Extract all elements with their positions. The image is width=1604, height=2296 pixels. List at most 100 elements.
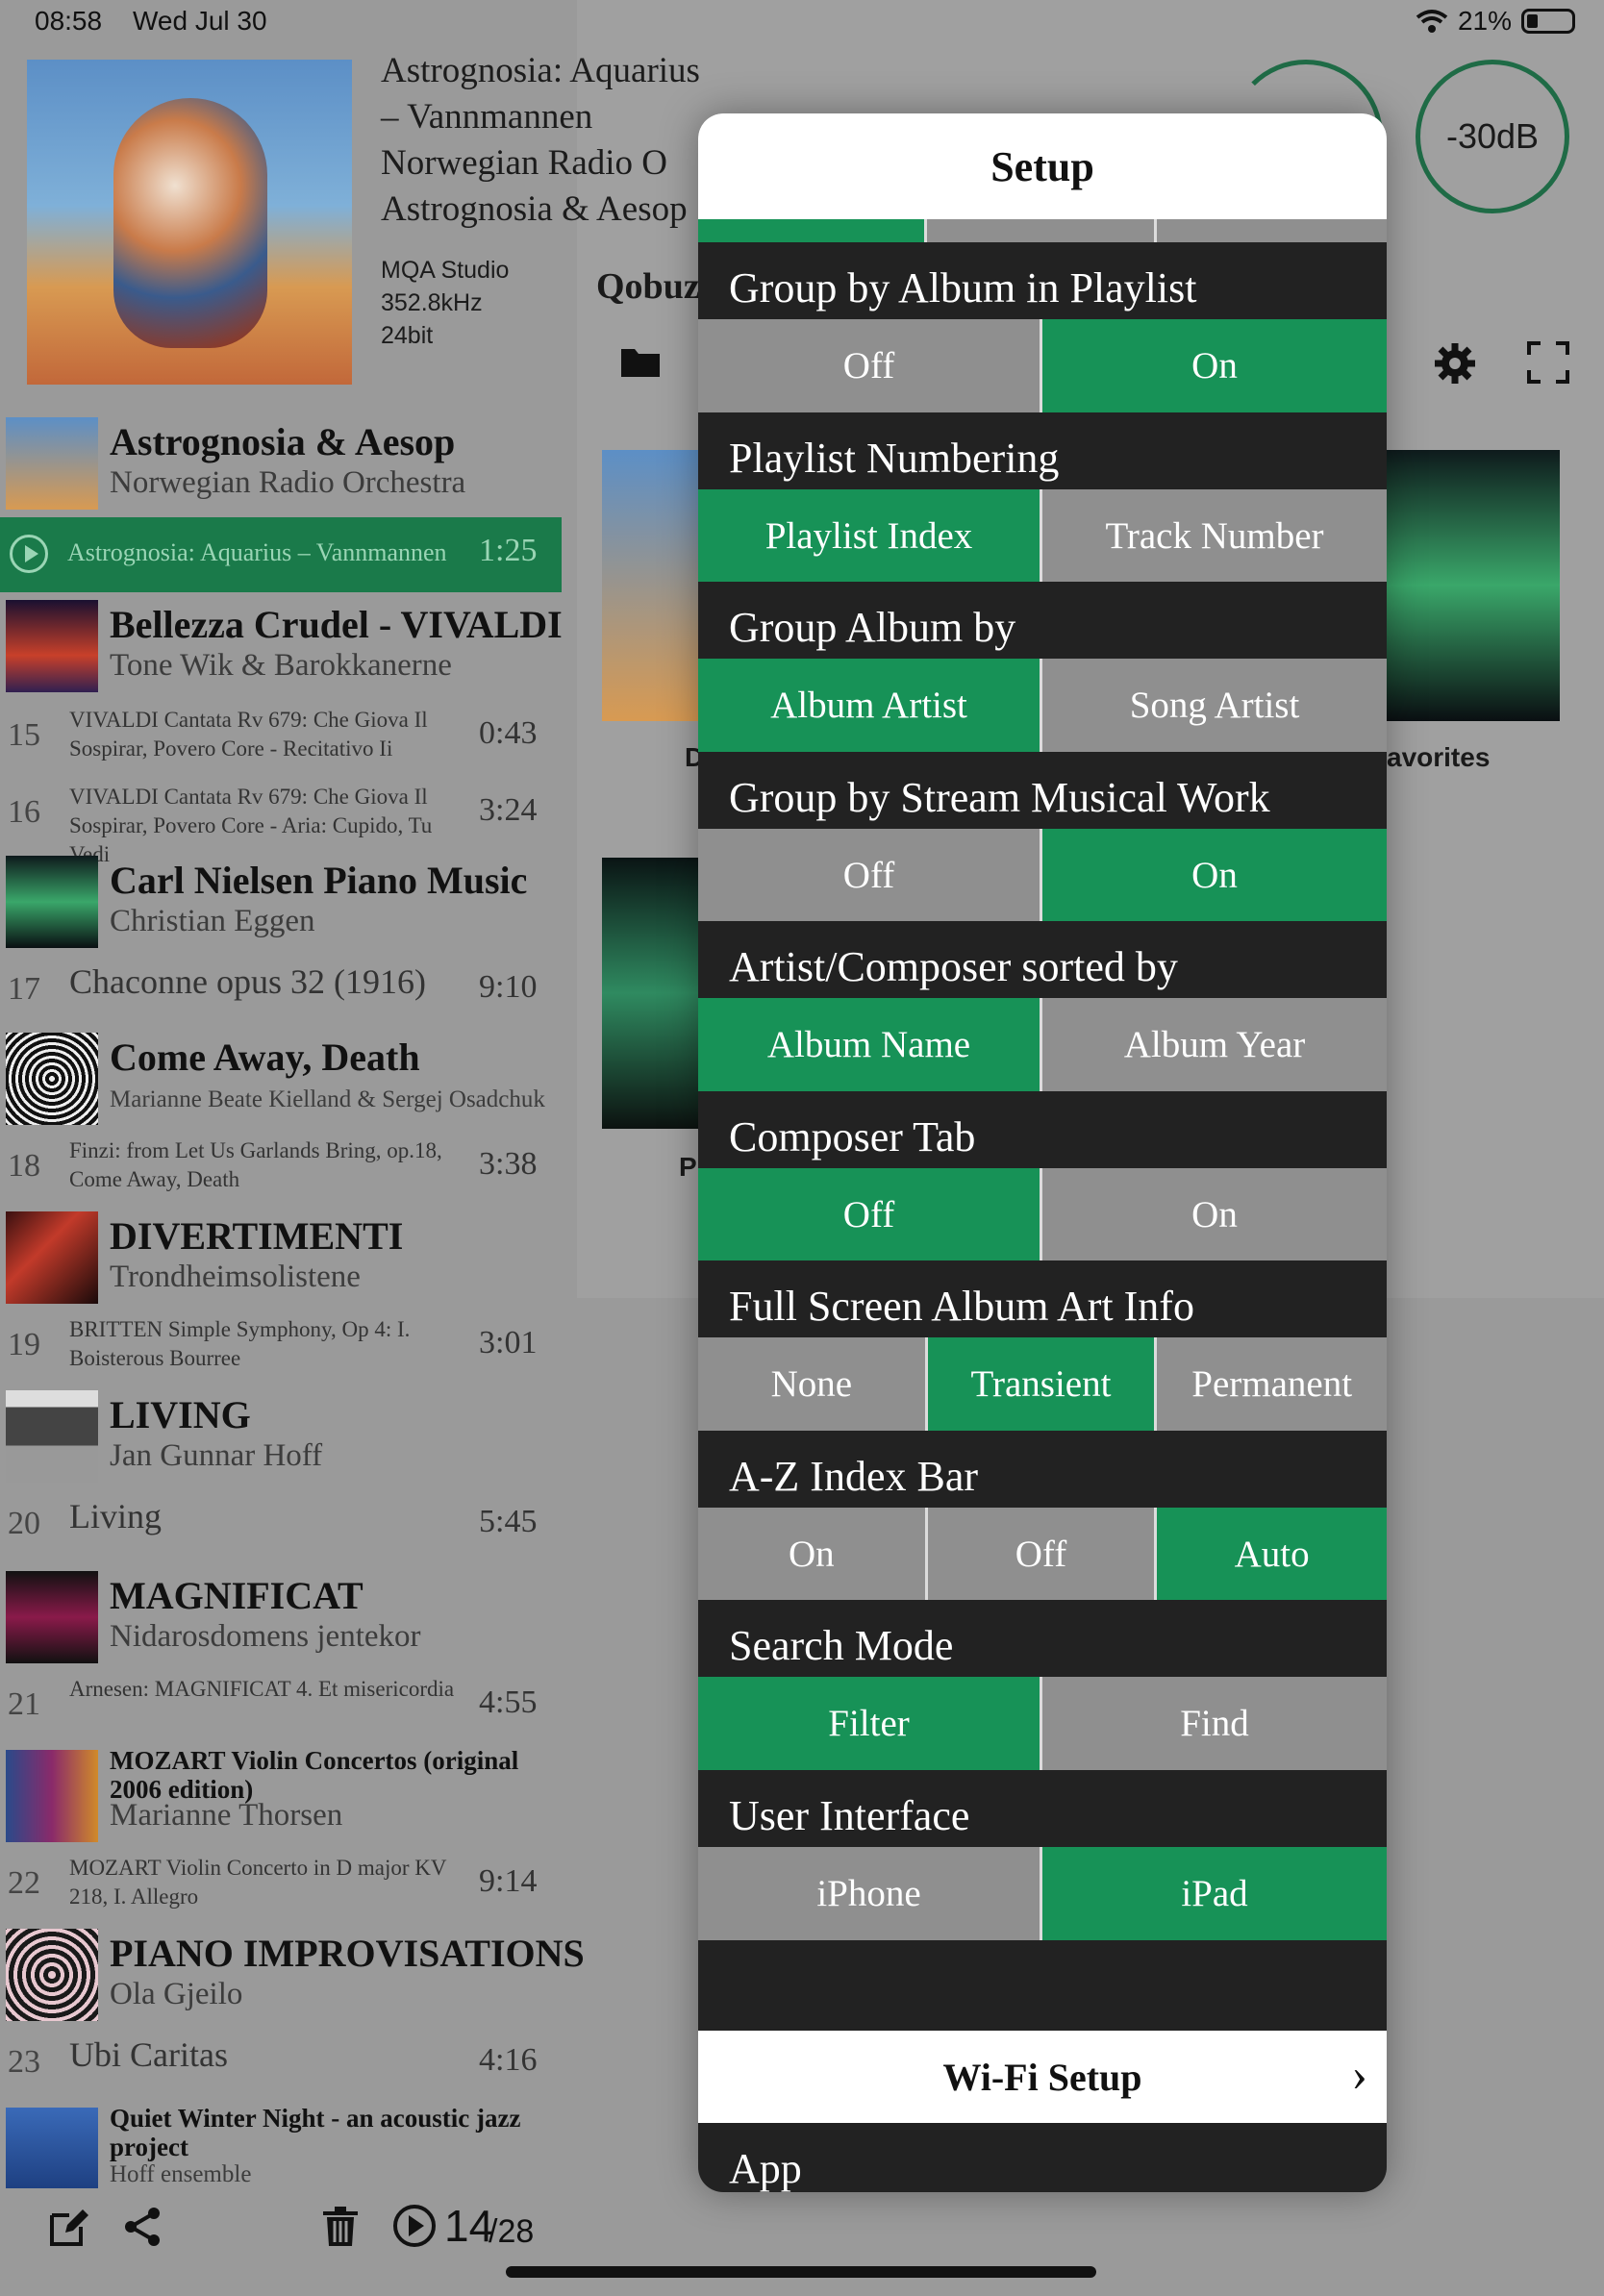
segment-option[interactable]: Off bbox=[698, 319, 1042, 412]
setup-section-label: Group Album by bbox=[729, 604, 1016, 651]
segment-option[interactable]: Album Name bbox=[698, 998, 1042, 1091]
album-artist: Jan Gunnar Hoff bbox=[110, 1438, 323, 1473]
segment-option[interactable]: Off bbox=[927, 1507, 1158, 1601]
volume-value: -30dB bbox=[1445, 116, 1540, 156]
album-header[interactable]: Carl Nielsen Piano Music Christian Eggen bbox=[0, 850, 562, 950]
setup-section-label: Full Screen Album Art Info bbox=[729, 1283, 1194, 1330]
album-title: Carl Nielsen Piano Music bbox=[110, 859, 528, 902]
track-row[interactable]: 23 Ubi Caritas 4:16 bbox=[0, 2023, 562, 2100]
segment-option[interactable]: On bbox=[1042, 319, 1387, 412]
setup-section: Group Album by Album Artist Song Artist bbox=[698, 582, 1387, 752]
track-name: Finzi: from Let Us Garlands Bring, op.18… bbox=[69, 1138, 442, 1191]
track-row[interactable]: 16 VIVALDI Cantata Rv 679: Che Giova Il … bbox=[0, 773, 562, 866]
library-label: P bbox=[679, 1152, 697, 1182]
album-artist: Christian Eggen bbox=[110, 904, 315, 938]
album-header[interactable]: LIVING Jan Gunnar Hoff bbox=[0, 1385, 562, 1485]
track-name: Arnesen: MAGNIFICAT 4. Et misericordia bbox=[69, 1677, 455, 1701]
album-title: PIANO IMPROVISATIONS bbox=[110, 1932, 585, 1975]
segmented-control: Off On bbox=[698, 319, 1387, 412]
segment-option[interactable]: Transient bbox=[927, 1337, 1158, 1431]
track-duration: 9:14 bbox=[479, 1863, 538, 1899]
segment-option[interactable]: Find bbox=[1042, 1677, 1387, 1770]
track-duration: 0:43 bbox=[479, 715, 538, 751]
album-thumb bbox=[6, 1033, 98, 1125]
album-artist: Hoff ensemble bbox=[110, 2161, 252, 2187]
play-circle-icon[interactable] bbox=[392, 2204, 437, 2248]
album-title: LIVING bbox=[110, 1393, 251, 1436]
track-row[interactable]: 15 VIVALDI Cantata Rv 679: Che Giova Il … bbox=[0, 696, 562, 773]
now-playing-row[interactable]: Astrognosia: Aquarius – Vannmannen 1:25 bbox=[0, 517, 562, 592]
track-name: Living bbox=[69, 1497, 162, 1535]
album-artist: Marianne Beate Kielland & Sergej Osadchu… bbox=[110, 1086, 545, 1112]
segment-option[interactable]: Off bbox=[698, 1167, 1042, 1261]
wifi-icon bbox=[1416, 10, 1448, 33]
segment-option[interactable]: On bbox=[698, 1507, 928, 1601]
segmented-control: Album Name Album Year bbox=[698, 998, 1387, 1091]
segment-option[interactable]: Playlist Index bbox=[698, 488, 1042, 583]
track-row[interactable]: 21 Arnesen: MAGNIFICAT 4. Et misericordi… bbox=[0, 1665, 562, 1742]
album-header[interactable]: MAGNIFICAT Nidarosdomens jentekor bbox=[0, 1565, 562, 1665]
album-header[interactable]: Astrognosia & Aesop Norwegian Radio Orch… bbox=[0, 412, 562, 512]
album-thumb bbox=[6, 1571, 98, 1663]
segment-option[interactable]: Song Artist bbox=[1042, 659, 1387, 752]
share-icon[interactable] bbox=[121, 2206, 163, 2248]
segment-option[interactable]: On bbox=[1042, 828, 1387, 922]
home-indicator[interactable] bbox=[506, 2266, 1096, 2278]
now-playing-album-art[interactable] bbox=[27, 60, 352, 385]
segment-option[interactable]: iPad bbox=[1042, 1846, 1387, 1940]
album-thumb bbox=[6, 1750, 98, 1842]
track-name: MOZART Violin Concerto in D major KV 218… bbox=[69, 1856, 447, 1909]
track-row[interactable]: 22 MOZART Violin Concerto in D major KV … bbox=[0, 1844, 562, 1921]
setup-section: User Interface iPhone iPad bbox=[698, 1769, 1387, 1940]
wifi-setup-row[interactable]: Wi-Fi Setup › bbox=[698, 2031, 1387, 2123]
segment-option[interactable]: None bbox=[698, 1337, 928, 1431]
fullscreen-icon[interactable] bbox=[1527, 341, 1569, 384]
album-thumb bbox=[6, 417, 98, 510]
setup-section: Search Mode Filter Find bbox=[698, 1600, 1387, 1770]
track-number: 17 bbox=[8, 971, 40, 1007]
segment-option[interactable]: Off bbox=[698, 828, 1042, 922]
album-header[interactable]: MOZART Violin Concertos (original 2006 e… bbox=[0, 1744, 562, 1844]
segmented-control: iPhone iPad bbox=[698, 1846, 1387, 1940]
folder-icon[interactable] bbox=[619, 341, 664, 380]
setup-section-label: Group by Album in Playlist bbox=[729, 264, 1197, 312]
album-header[interactable]: PIANO IMPROVISATIONS Ola Gjeilo bbox=[0, 1923, 585, 2023]
edit-icon[interactable] bbox=[48, 2206, 90, 2248]
track-row[interactable]: 18 Finzi: from Let Us Garlands Bring, op… bbox=[0, 1127, 562, 1204]
segment-option[interactable]: Track Number bbox=[1042, 488, 1387, 583]
track-name: VIVALDI Cantata Rv 679: Che Giova Il Sos… bbox=[69, 708, 428, 761]
segment-option[interactable]: On bbox=[1042, 1167, 1387, 1261]
track-number: 23 bbox=[8, 2044, 40, 2080]
gear-icon[interactable] bbox=[1433, 341, 1477, 386]
source-label: Qobuz bbox=[596, 266, 700, 307]
segment-option[interactable]: Filter bbox=[698, 1677, 1042, 1770]
segment-option[interactable]: iPhone bbox=[698, 1846, 1042, 1940]
playlist-position: 14 bbox=[444, 2201, 494, 2251]
album-header[interactable]: DIVERTIMENTI Trondheimsolistene bbox=[0, 1206, 562, 1306]
segment-option[interactable]: Album Artist bbox=[698, 659, 1042, 752]
track-row[interactable]: 20 Living 5:45 bbox=[0, 1485, 562, 1561]
segment-option[interactable]: Album Year bbox=[1042, 998, 1387, 1091]
album-artist: Ola Gjeilo bbox=[110, 1977, 243, 2011]
setup-section-label: A-Z Index Bar bbox=[729, 1452, 979, 1500]
library-album-art[interactable] bbox=[1385, 450, 1560, 721]
segment-option[interactable]: Auto bbox=[1157, 1507, 1387, 1601]
setup-section: Full Screen Album Art Info None Transient P… bbox=[698, 1260, 1387, 1431]
setup-section: Artist/Composer sorted by Album Name Album… bbox=[698, 921, 1387, 1091]
format-line: 24bit bbox=[381, 322, 434, 349]
track-row[interactable]: 19 BRITTEN Simple Symphony, Op 4: I. Boi… bbox=[0, 1306, 562, 1383]
album-thumb bbox=[6, 856, 98, 948]
setup-section: Group by Stream Musical Work Off On bbox=[698, 751, 1387, 922]
album-header[interactable]: Quiet Winter Night - an acoustic jazz pr… bbox=[0, 2102, 562, 2188]
track-row[interactable]: 17 Chaconne opus 32 (1916) 9:10 bbox=[0, 950, 562, 1027]
album-header[interactable]: Come Away, Death Marianne Beate Kielland… bbox=[0, 1027, 562, 1127]
segment-option[interactable]: Permanent bbox=[1157, 1337, 1387, 1431]
trash-icon[interactable] bbox=[321, 2206, 360, 2248]
format-line: 352.8kHz bbox=[381, 289, 483, 316]
album-header[interactable]: Bellezza Crudel - VIVALDI Tone Wik & Bar… bbox=[0, 594, 563, 694]
album-title: MAGNIFICAT bbox=[110, 1574, 363, 1617]
playlist-toolbar: 14 /28 bbox=[0, 2192, 577, 2259]
album-thumb bbox=[6, 1390, 98, 1483]
volume-knob[interactable]: -30dB bbox=[1416, 60, 1569, 213]
album-artist: Norwegian Radio Orchestra bbox=[110, 465, 466, 500]
